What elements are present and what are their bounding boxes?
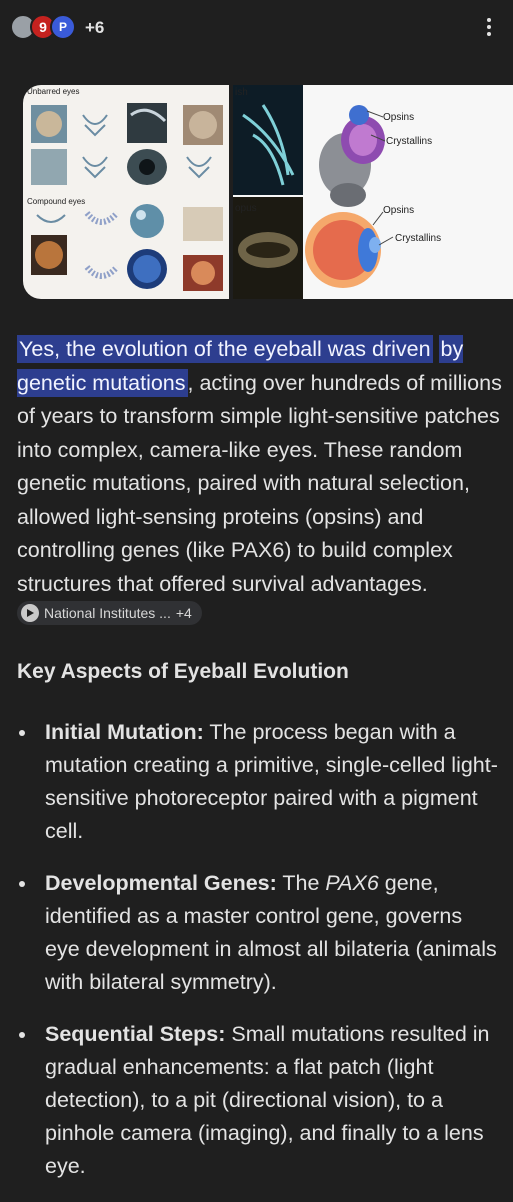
bullet-title: Developmental Genes: bbox=[45, 871, 277, 895]
image-carousel[interactable]: Unbarred eyes Compound eyes ish opus Ops… bbox=[23, 85, 513, 299]
section-heading: Key Aspects of Eyeball Evolution bbox=[17, 660, 349, 683]
image2-label-octopus: opus bbox=[235, 203, 257, 214]
image2-label-opsins-top: Opsins bbox=[383, 112, 415, 123]
list-item: Developmental Genes: The PAX6 gene, iden… bbox=[17, 867, 502, 999]
bullet-dot bbox=[19, 730, 25, 736]
list-item: Initial Mutation: The process began with… bbox=[17, 716, 502, 848]
opsins-crystallins-image[interactable]: ish opus Opsins Crystallins Opsins Cryst… bbox=[233, 85, 513, 299]
bullet-dot bbox=[19, 881, 25, 887]
image2-label-crystallins-bottom: Crystallins bbox=[395, 233, 442, 244]
citation-source-icon bbox=[21, 604, 39, 622]
citation-label: National Institutes ... bbox=[44, 605, 171, 621]
image2-label-opsins-bottom: Opsins bbox=[383, 205, 415, 216]
answer-highlight-line1: Yes, the evolution of the eyeball was dr… bbox=[17, 335, 433, 363]
image2-label-fish: ish bbox=[235, 87, 248, 98]
source-3-icon: P bbox=[50, 14, 76, 40]
source-count[interactable]: +6 bbox=[85, 18, 104, 38]
bullet-text-before: The bbox=[276, 871, 326, 895]
citation-chip[interactable]: National Institutes ... +4 bbox=[17, 601, 202, 625]
sources-bar: 9 P +6 bbox=[0, 0, 513, 60]
answer-paragraph: Yes, the evolution of the eyeball was dr… bbox=[17, 333, 502, 636]
image2-label-crystallins-top: Crystallins bbox=[386, 136, 433, 147]
bullet-title: Sequential Steps: bbox=[45, 1022, 226, 1046]
answer-body: , acting over hundreds of millions of ye… bbox=[17, 370, 502, 596]
bullet-list: Initial Mutation: The process began with… bbox=[17, 716, 502, 1202]
eye-types-illustration bbox=[31, 103, 223, 291]
kebab-menu-icon[interactable] bbox=[479, 15, 499, 43]
opsins-crystallins-illustration bbox=[233, 85, 394, 299]
source-icons[interactable]: 9 P bbox=[10, 14, 80, 40]
bullet-title: Initial Mutation: bbox=[45, 720, 204, 744]
list-item: Sequential Steps: Small mutations result… bbox=[17, 1018, 502, 1183]
citation-count: +4 bbox=[175, 605, 192, 621]
bullet-italic-term: PAX6 bbox=[325, 871, 379, 895]
bullet-dot bbox=[19, 1032, 25, 1038]
eye-types-diagram-image[interactable]: Unbarred eyes Compound eyes bbox=[23, 85, 229, 299]
